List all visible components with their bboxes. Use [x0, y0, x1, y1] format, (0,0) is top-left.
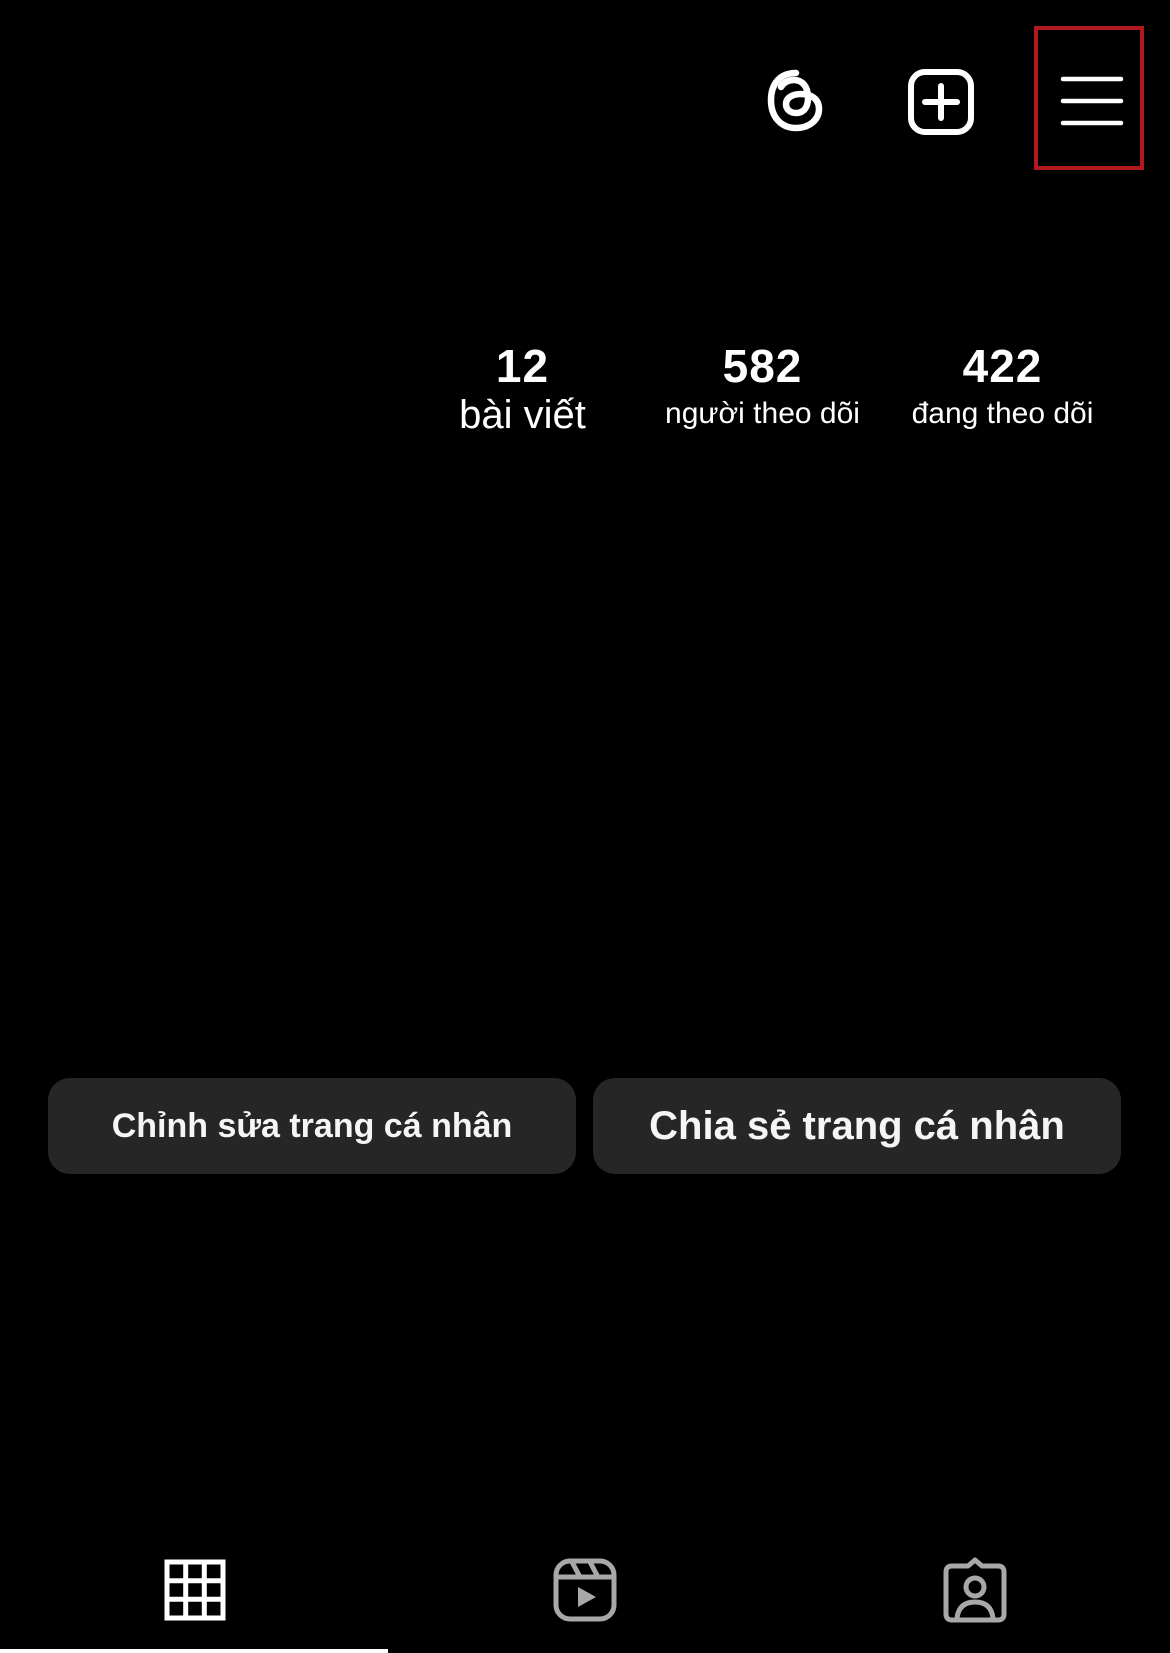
following-count: 422 — [962, 340, 1043, 392]
threads-icon — [767, 69, 823, 132]
tagged-person-icon — [943, 1557, 1007, 1623]
tab-posts-grid[interactable] — [105, 1540, 285, 1640]
following-label: đang theo dõi — [911, 397, 1094, 430]
menu-button[interactable] — [1034, 26, 1150, 176]
create-post-button[interactable] — [905, 66, 977, 138]
active-tab-indicator — [0, 1649, 388, 1653]
tab-reels[interactable] — [495, 1540, 675, 1640]
profile-top-bar — [0, 0, 1170, 190]
posts-label: bài viết — [459, 393, 586, 437]
followers-label: người theo dõi — [665, 397, 860, 430]
posts-count: 12 — [495, 340, 550, 392]
tab-tagged[interactable] — [885, 1540, 1065, 1640]
edit-profile-button[interactable]: Chỉnh sửa trang cá nhân — [48, 1078, 576, 1174]
share-profile-button[interactable]: Chia sẻ trang cá nhân — [593, 1078, 1121, 1174]
grid-icon — [164, 1559, 226, 1621]
profile-stats: 12 bài viết 582 người theo dõi 422 đang … — [0, 340, 1170, 460]
hamburger-menu-icon — [1060, 76, 1124, 126]
reels-icon — [553, 1558, 617, 1622]
following-stat[interactable]: 422 đang theo dõi — [890, 340, 1115, 434]
posts-stat[interactable]: 12 bài viết — [420, 340, 625, 438]
followers-count: 582 — [722, 340, 803, 392]
threads-button[interactable] — [760, 62, 832, 138]
plus-square-icon — [908, 69, 974, 135]
profile-tabs — [0, 1540, 1170, 1653]
followers-stat[interactable]: 582 người theo dõi — [650, 340, 875, 434]
